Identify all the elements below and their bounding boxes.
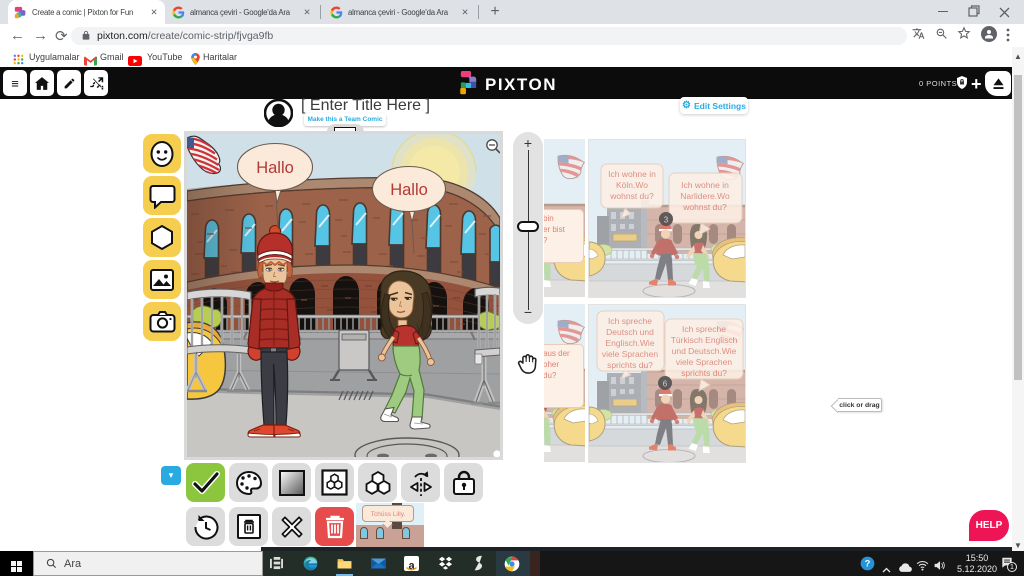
svg-text:Narlidere.Wo: Narlidere.Wo xyxy=(680,191,730,201)
svg-text:Ich wohne in: Ich wohne in xyxy=(681,180,729,190)
svg-text:Ich wohne in: Ich wohne in xyxy=(608,169,656,179)
svg-text:sprichts du?: sprichts du? xyxy=(607,360,653,370)
svg-text:und Deutsch.Wie: und Deutsch.Wie xyxy=(672,346,737,356)
svg-text:?: ? xyxy=(865,559,871,569)
svg-text:Ich spreche: Ich spreche xyxy=(682,324,726,334)
svg-text:viele Sprachen: viele Sprachen xyxy=(676,357,733,367)
svg-text:Ich spreche: Ich spreche xyxy=(608,316,652,326)
svg-text:Englisch.Wie: Englisch.Wie xyxy=(605,338,654,348)
svg-text:wohnst du?: wohnst du? xyxy=(682,202,727,212)
svg-text:Köln.Wo: Köln.Wo xyxy=(616,180,648,190)
svg-text:sprichts du?: sprichts du? xyxy=(681,368,727,378)
svg-text:viele Sprachen: viele Sprachen xyxy=(602,349,659,359)
svg-text:Türkisch Englisch: Türkisch Englisch xyxy=(671,335,738,345)
svg-text:Hallo: Hallo xyxy=(256,159,294,177)
svg-text:Hallo: Hallo xyxy=(390,181,428,199)
svg-text:wohnst du?: wohnst du? xyxy=(609,191,654,201)
svg-text:6: 6 xyxy=(663,380,668,389)
svg-text:3: 3 xyxy=(664,216,669,225)
svg-text:Deutsch und: Deutsch und xyxy=(606,327,654,337)
